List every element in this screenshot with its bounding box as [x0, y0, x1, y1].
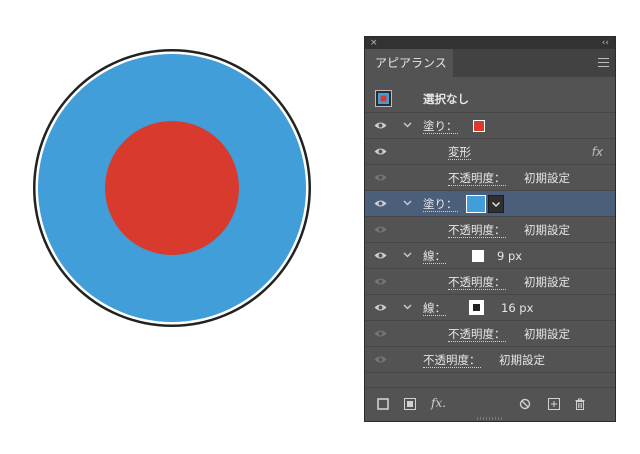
swatch-dropdown-button[interactable] [488, 195, 504, 213]
collapse-icon[interactable]: ‹‹ [602, 37, 609, 49]
fill-color-swatch[interactable] [466, 195, 486, 213]
transform-row[interactable]: 変形 fx [365, 139, 615, 165]
visibility-eye-icon[interactable] [374, 251, 387, 260]
fill-row-red[interactable]: 塗り： [365, 113, 615, 139]
panel-menu-icon[interactable] [598, 58, 609, 68]
resize-grip[interactable] [477, 417, 503, 420]
fill-color-swatch[interactable] [473, 120, 485, 132]
visibility-eye-icon[interactable] [374, 199, 387, 208]
panel-titlebar: × ‹‹ [365, 37, 615, 49]
opacity-row[interactable]: 不透明度： 初期設定 [365, 269, 615, 295]
visibility-eye-icon[interactable] [374, 121, 387, 130]
chevron-down-icon[interactable] [403, 120, 412, 130]
inner-circle-red-fill [105, 121, 239, 255]
opacity-label-link[interactable]: 不透明度： [448, 321, 506, 347]
panel-footer: fx. [365, 387, 615, 421]
add-new-stroke-icon[interactable] [377, 398, 389, 410]
transform-effect-link[interactable]: 変形 [448, 139, 471, 165]
stroke-weight-value[interactable]: 9 px [497, 243, 522, 269]
add-new-fill-icon[interactable] [404, 398, 416, 410]
opacity-row[interactable]: 不透明度： 初期設定 [365, 217, 615, 243]
opacity-label-link[interactable]: 不透明度： [423, 347, 481, 373]
fill-row-blue-selected[interactable]: 塗り： [365, 191, 615, 217]
add-effect-fx-icon[interactable]: fx. [431, 396, 446, 410]
opacity-value: 初期設定 [524, 171, 570, 185]
stroke-weight-value[interactable]: 16 px [501, 295, 533, 321]
chevron-down-icon[interactable] [403, 198, 412, 208]
stroke-label: 線： [423, 301, 446, 316]
fill-label: 塗り： [423, 197, 458, 212]
visibility-eye-icon[interactable] [374, 225, 387, 234]
opacity-value: 初期設定 [524, 223, 570, 237]
visibility-eye-icon[interactable] [374, 173, 387, 182]
stroke-row-9px[interactable]: 線： 9 px [365, 243, 615, 269]
opacity-label-link[interactable]: 不透明度： [448, 217, 506, 243]
opacity-label-link[interactable]: 不透明度： [448, 165, 506, 191]
chevron-down-icon[interactable] [403, 302, 412, 312]
artwork-canvas [33, 49, 311, 327]
opacity-value: 初期設定 [524, 275, 570, 289]
opacity-value: 初期設定 [524, 327, 570, 341]
panel-tabbar: アピアランス [365, 49, 615, 77]
selection-label: 選択なし [423, 92, 469, 106]
fx-icon[interactable]: fx [592, 139, 603, 165]
selection-thumbnail-icon [375, 90, 392, 107]
opacity-label-link[interactable]: 不透明度： [448, 269, 506, 295]
visibility-eye-icon[interactable] [374, 303, 387, 312]
fill-label: 塗り： [423, 119, 458, 134]
visibility-eye-icon[interactable] [374, 147, 387, 156]
clear-appearance-icon[interactable] [519, 398, 531, 410]
close-icon[interactable]: × [370, 37, 378, 49]
stroke-row-16px[interactable]: 線： 16 px [365, 295, 615, 321]
stroke-color-swatch[interactable] [469, 300, 484, 315]
opacity-value: 初期設定 [499, 353, 545, 367]
chevron-down-icon[interactable] [403, 250, 412, 260]
appearance-panel: × ‹‹ アピアランス 選択なし 塗り： 変形 fx 不透明度： 初期設定 塗り… [364, 36, 616, 422]
stroke-color-swatch[interactable] [472, 250, 484, 262]
trash-icon[interactable] [574, 398, 586, 410]
visibility-eye-icon[interactable] [374, 329, 387, 338]
visibility-eye-icon[interactable] [374, 277, 387, 286]
tab-appearance[interactable]: アピアランス [365, 49, 453, 77]
visibility-eye-icon[interactable] [374, 355, 387, 364]
opacity-row[interactable]: 不透明度： 初期設定 [365, 165, 615, 191]
opacity-row[interactable]: 不透明度： 初期設定 [365, 321, 615, 347]
stroke-label: 線： [423, 249, 446, 264]
appearance-list: 選択なし 塗り： 変形 fx 不透明度： 初期設定 塗り： 不透明度： 初期設定… [365, 85, 615, 373]
duplicate-item-icon[interactable] [548, 398, 560, 410]
chevron-down-icon [492, 202, 500, 207]
object-opacity-row[interactable]: 不透明度： 初期設定 [365, 347, 615, 373]
selection-row[interactable]: 選択なし [365, 85, 615, 113]
